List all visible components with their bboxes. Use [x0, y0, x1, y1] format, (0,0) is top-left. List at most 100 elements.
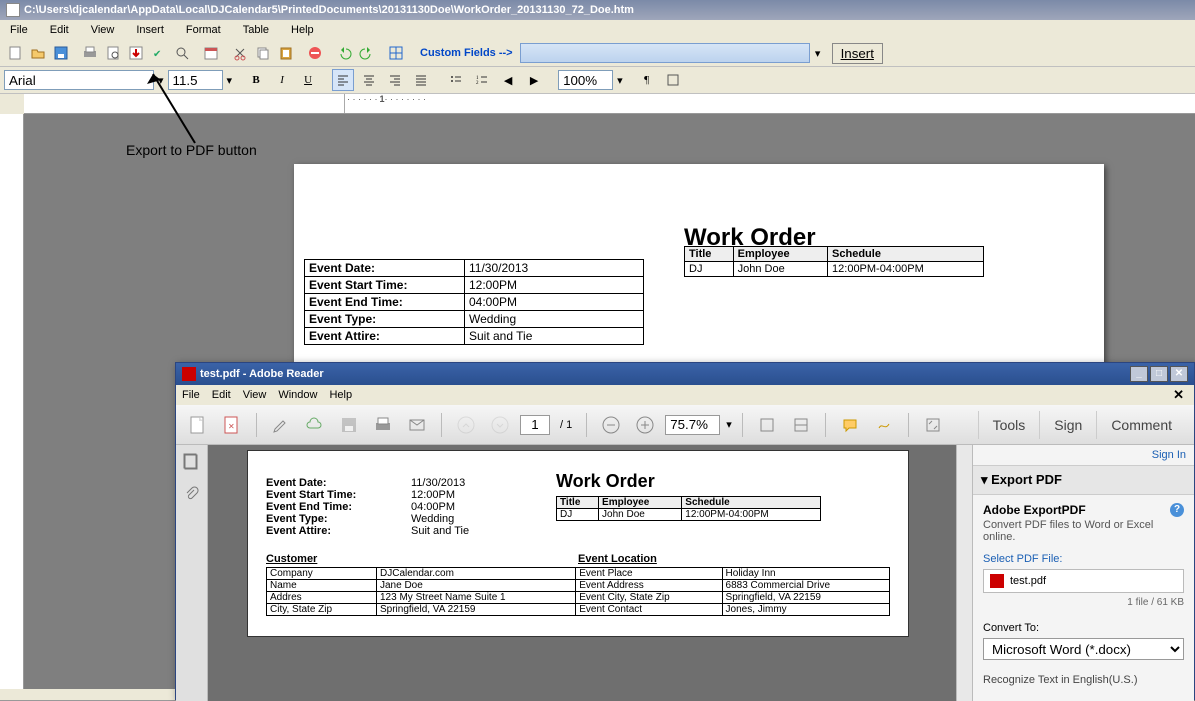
menu-insert[interactable]: Insert	[132, 22, 168, 38]
font-dropdown-icon[interactable]: ▾	[158, 74, 164, 87]
menu-format[interactable]: Format	[182, 22, 225, 38]
zoom-dropdown-icon[interactable]: ▾	[726, 418, 732, 431]
table-row: NameJane DoeEvent Address6883 Commercial…	[267, 580, 890, 592]
email-button[interactable]	[403, 411, 431, 439]
reader-scrollbar[interactable]	[956, 445, 972, 701]
reader-content-area[interactable]: Work Order TitleEmployeeSchedule DJJohn …	[208, 445, 956, 701]
align-left-button[interactable]	[332, 69, 354, 91]
print-button[interactable]	[79, 42, 101, 64]
reader-save-button[interactable]	[335, 411, 363, 439]
recognize-text-label: Recognize Text in English(U.S.)	[983, 674, 1184, 686]
spellcheck-button[interactable]: ✔	[148, 42, 170, 64]
tab-sign[interactable]: Sign	[1039, 411, 1096, 439]
menu-table[interactable]: Table	[239, 22, 273, 38]
reader-left-sidebar	[176, 445, 208, 701]
customer-location-table: CompanyDJCalendar.comEvent PlaceHoliday …	[266, 567, 890, 616]
panel-heading[interactable]: ▾ Export PDF	[973, 465, 1194, 495]
undo-button[interactable]	[333, 42, 355, 64]
font-select[interactable]	[4, 70, 154, 90]
paste-button[interactable]	[275, 42, 297, 64]
svg-text:✕: ✕	[228, 422, 235, 431]
dropdown-arrow-icon[interactable]: ▾	[811, 47, 825, 60]
adobe-icon	[182, 367, 196, 381]
create-pdf-button[interactable]: ✕	[218, 411, 246, 439]
number-list-button[interactable]: 12	[471, 69, 493, 91]
menu-view[interactable]: View	[87, 22, 119, 38]
menu-edit[interactable]: Edit	[46, 22, 73, 38]
indent-button[interactable]: ▶	[523, 69, 545, 91]
pdf-doc-icon[interactable]	[184, 411, 212, 439]
bold-button[interactable]: B	[245, 69, 267, 91]
thumbnails-icon[interactable]	[182, 453, 202, 473]
zoom-dropdown-icon[interactable]: ▾	[617, 74, 623, 87]
attachments-icon[interactable]	[182, 485, 202, 505]
delete-button[interactable]	[304, 42, 326, 64]
page-total: / 1	[556, 419, 576, 431]
reader-title: test.pdf - Adobe Reader	[200, 368, 324, 380]
zoom-value-input[interactable]	[665, 415, 720, 435]
fit-page-button[interactable]	[753, 411, 781, 439]
reader-title-bar: test.pdf - Adobe Reader _ □ ✕	[176, 363, 1194, 385]
file-name: test.pdf	[1010, 575, 1046, 587]
date-button[interactable]	[200, 42, 222, 64]
help-icon[interactable]: ?	[1170, 503, 1184, 517]
reader-menu-file[interactable]: File	[182, 389, 200, 401]
save-button[interactable]	[50, 42, 72, 64]
outdent-button[interactable]: ◀	[497, 69, 519, 91]
tab-comment[interactable]: Comment	[1096, 411, 1186, 439]
fullscreen-button[interactable]	[919, 411, 947, 439]
reader-menu-view[interactable]: View	[243, 389, 267, 401]
reader-menu-help[interactable]: Help	[329, 389, 352, 401]
zoom-out-button[interactable]	[597, 411, 625, 439]
sign-in-link[interactable]: Sign In	[973, 445, 1194, 465]
export-pdf-button[interactable]	[125, 42, 147, 64]
copy-button[interactable]	[252, 42, 274, 64]
minimize-button[interactable]: _	[1130, 366, 1148, 382]
menu-help[interactable]: Help	[287, 22, 318, 38]
custom-fields-label: Custom Fields -->	[414, 47, 519, 59]
align-justify-button[interactable]	[410, 69, 432, 91]
open-button[interactable]	[27, 42, 49, 64]
zoom-select[interactable]	[558, 70, 613, 90]
comment-button[interactable]	[836, 411, 864, 439]
reader-print-button[interactable]	[369, 411, 397, 439]
maximize-button[interactable]: □	[1150, 366, 1168, 382]
file-meta: 1 file / 61 KB	[983, 597, 1184, 608]
selected-file[interactable]: test.pdf	[983, 569, 1184, 593]
annotation-label: Export to PDF button	[126, 142, 257, 158]
reader-menu-window[interactable]: Window	[278, 389, 317, 401]
page-down-button[interactable]	[486, 411, 514, 439]
align-right-button[interactable]	[384, 69, 406, 91]
reader-doc-close-icon[interactable]: ✕	[1169, 387, 1188, 403]
fit-width-button[interactable]	[787, 411, 815, 439]
bullet-list-button[interactable]	[445, 69, 467, 91]
custom-fields-dropdown[interactable]	[520, 43, 810, 63]
zoom-in-button[interactable]	[631, 411, 659, 439]
cut-button[interactable]	[229, 42, 251, 64]
italic-button[interactable]: I	[271, 69, 293, 91]
tab-tools[interactable]: Tools	[978, 411, 1040, 439]
pilcrow-button[interactable]: ¶	[636, 69, 658, 91]
sign-button[interactable]	[870, 411, 898, 439]
reader-menu-edit[interactable]: Edit	[212, 389, 231, 401]
table-row: Event Type:Wedding	[305, 311, 644, 328]
cloud-button[interactable]	[301, 411, 329, 439]
edit-button[interactable]	[267, 411, 295, 439]
page-up-button[interactable]	[452, 411, 480, 439]
insert-button[interactable]: Insert	[832, 43, 883, 64]
special-char-button[interactable]	[662, 69, 684, 91]
font-size-select[interactable]	[168, 70, 223, 90]
new-doc-button[interactable]	[4, 42, 26, 64]
print-preview-button[interactable]	[102, 42, 124, 64]
table-button[interactable]	[385, 42, 407, 64]
size-dropdown-icon[interactable]: ▾	[227, 74, 233, 87]
page-number-input[interactable]	[520, 415, 550, 435]
find-button[interactable]	[171, 42, 193, 64]
underline-button[interactable]: U	[297, 69, 319, 91]
align-center-button[interactable]	[358, 69, 380, 91]
close-button[interactable]: ✕	[1170, 366, 1188, 382]
convert-to-select[interactable]: Microsoft Word (*.docx)	[983, 638, 1184, 660]
menu-file[interactable]: File	[6, 22, 32, 38]
redo-button[interactable]	[356, 42, 378, 64]
svg-text:✔: ✔	[153, 49, 161, 60]
